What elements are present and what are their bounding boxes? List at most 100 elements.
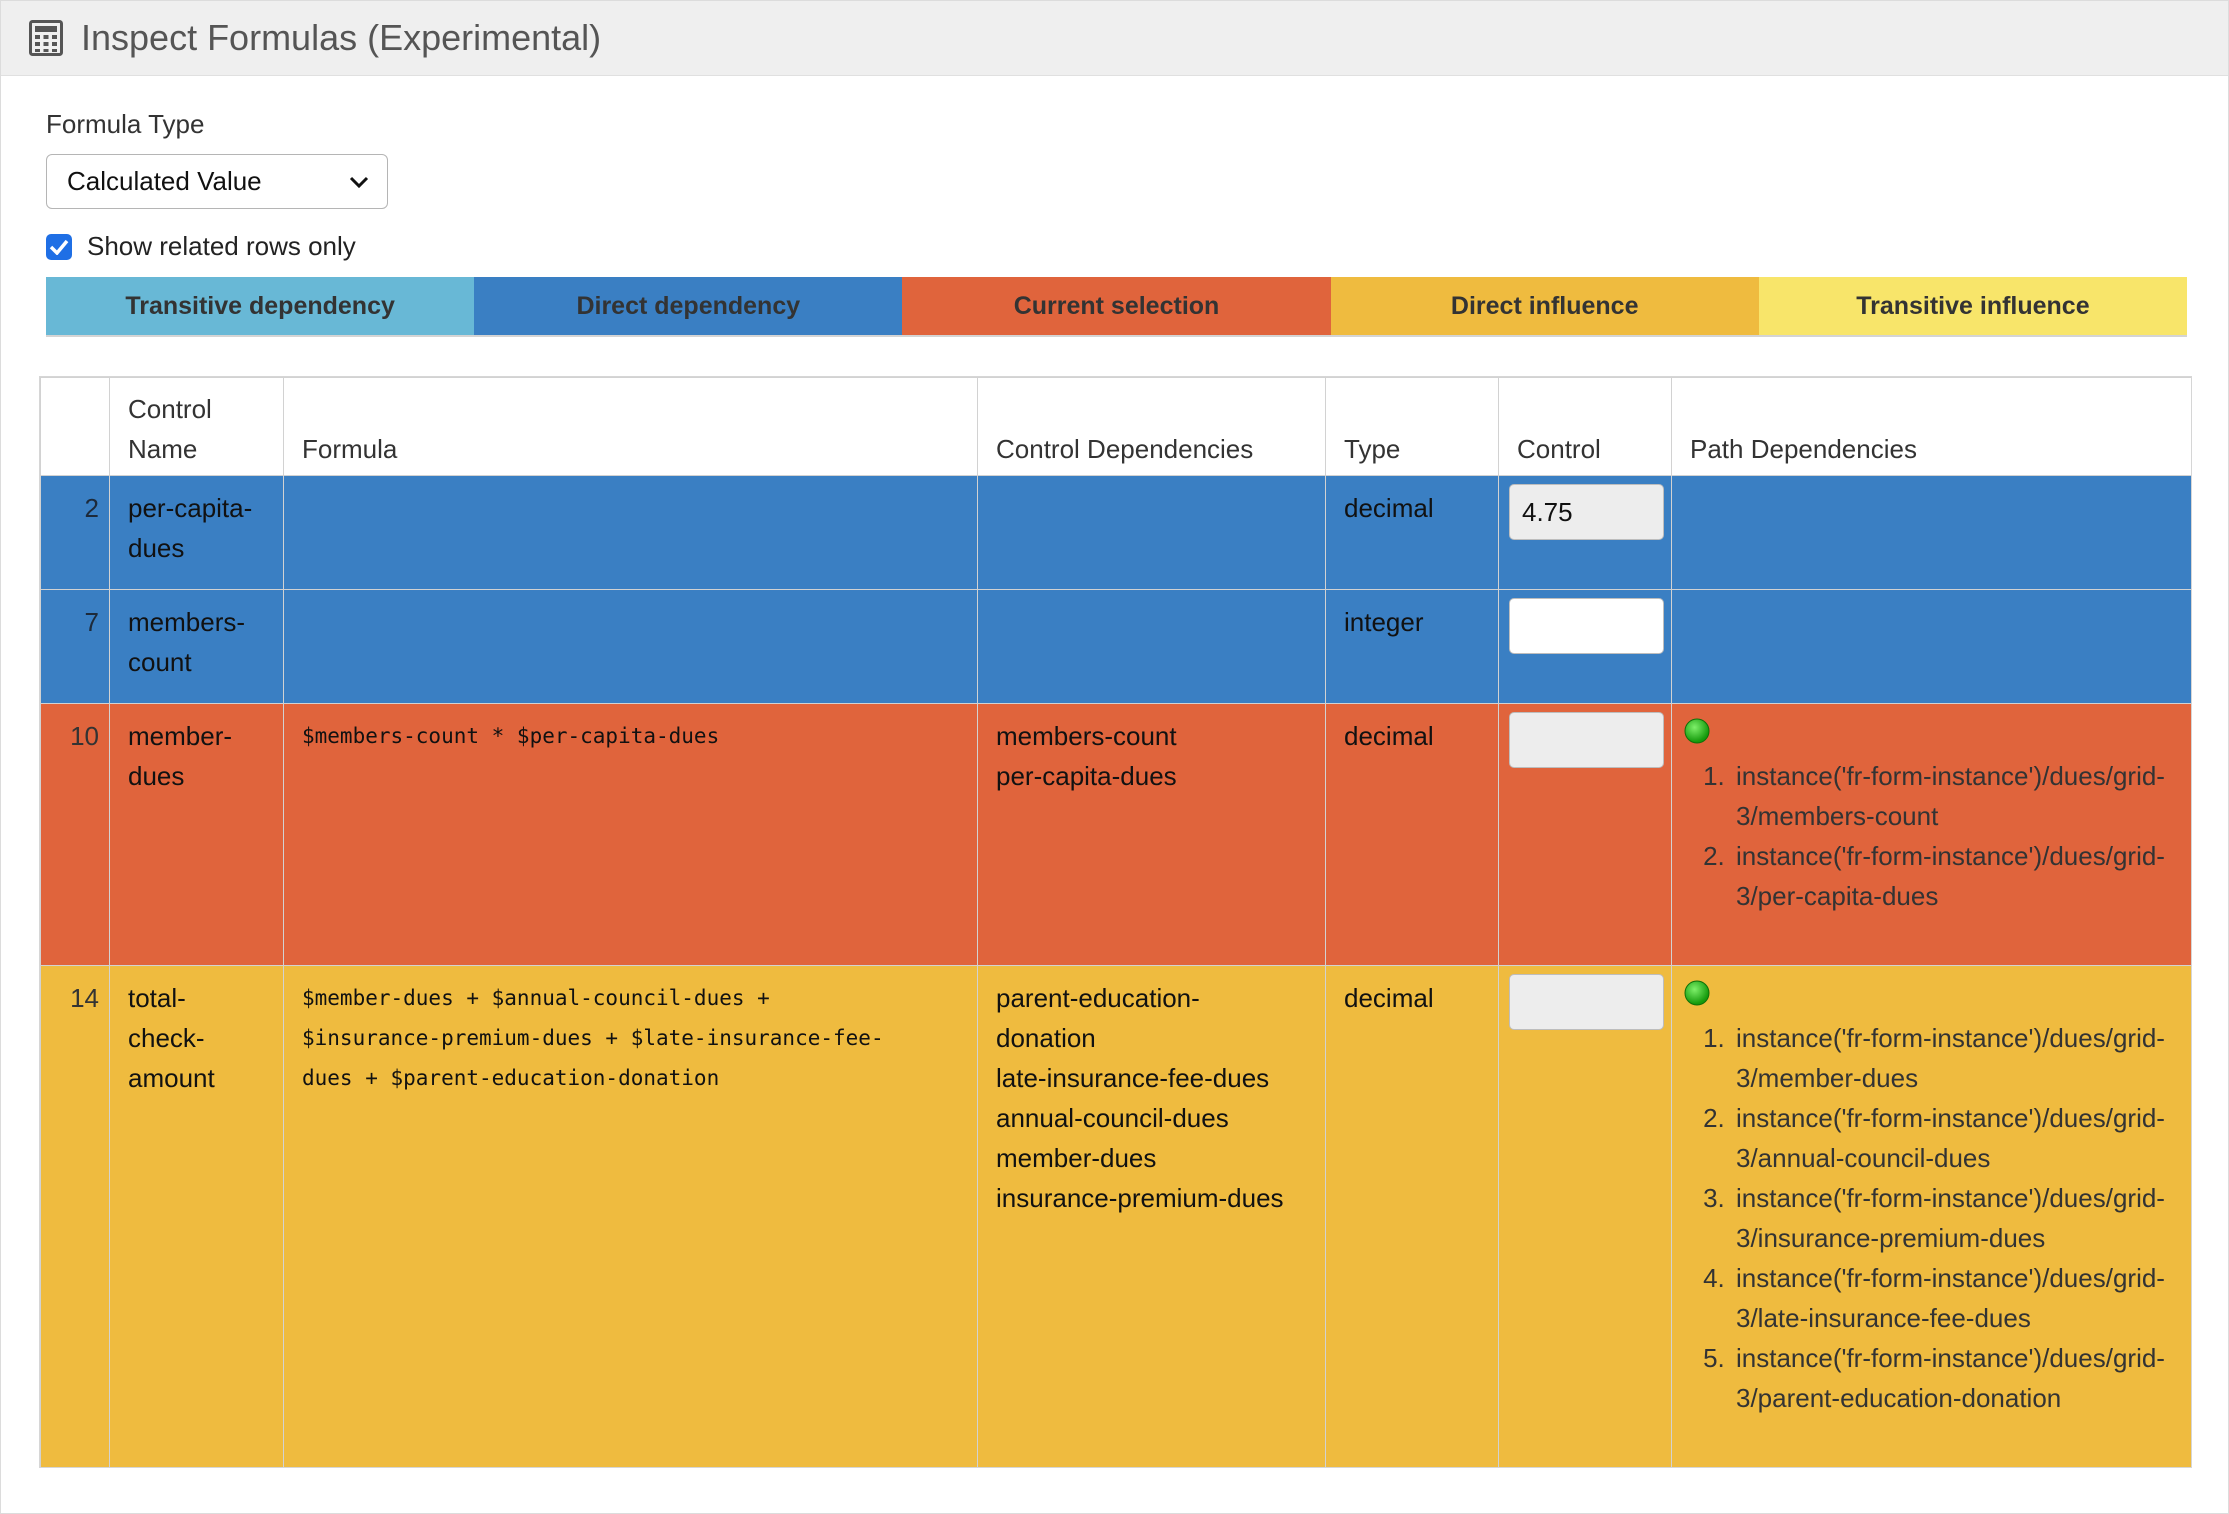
table-header-row: Control Name Formula Control Dependencie… bbox=[40, 377, 2191, 476]
legend-transitive-influence: Transitive influence bbox=[1758, 277, 2188, 335]
path-line: 3/late-insurance-fee-dues bbox=[1736, 1303, 2031, 1333]
formula-line: $insurance-premium-dues + $late-insuranc… bbox=[302, 1026, 884, 1050]
header-control-name: Control Name bbox=[109, 377, 284, 476]
dependencies-cell: members-count per-capita-dues bbox=[977, 703, 1326, 966]
type-cell: decimal bbox=[1325, 703, 1499, 966]
row-number: 7 bbox=[40, 589, 110, 704]
control-name-cell: members- count bbox=[109, 589, 284, 704]
header-formula: Formula bbox=[283, 377, 978, 476]
table-row[interactable]: 10 member- dues $members-count * $per-ca… bbox=[40, 703, 2191, 966]
control-value-input[interactable] bbox=[1509, 598, 1664, 654]
control-name-line: member- bbox=[128, 721, 233, 751]
dependency-item: donation bbox=[996, 1023, 1096, 1053]
path-item: instance('fr-form-instance')/dues/grid- … bbox=[1732, 836, 2175, 916]
legend-transitive-dependency: Transitive dependency bbox=[46, 277, 475, 335]
panel-header: Inspect Formulas (Experimental) bbox=[1, 1, 2228, 76]
path-item: instance('fr-form-instance')/dues/grid- … bbox=[1732, 1018, 2175, 1098]
path-line: 3/annual-council-dues bbox=[1736, 1143, 1991, 1173]
color-legend: Transitive dependency Direct dependency … bbox=[46, 277, 2188, 337]
path-list: instance('fr-form-instance')/dues/grid- … bbox=[1690, 1018, 2175, 1418]
table-row[interactable]: 14 total- check- amount $member-dues + $… bbox=[40, 965, 2191, 1467]
formulas-table: Control Name Formula Control Dependencie… bbox=[40, 377, 2191, 1467]
path-line: 3/insurance-premium-dues bbox=[1736, 1223, 2046, 1253]
show-related-rows-label: Show related rows only bbox=[87, 231, 356, 261]
formula-line: dues + $parent-education-donation bbox=[302, 1066, 720, 1090]
control-name-cell: member- dues bbox=[109, 703, 284, 966]
row-number: 14 bbox=[40, 965, 110, 1467]
panel-title: Inspect Formulas (Experimental) bbox=[81, 17, 602, 58]
header-path-dependencies: Path Dependencies bbox=[1671, 377, 2191, 476]
dependency-item: members-count bbox=[996, 721, 1177, 751]
inspect-formulas-panel: Inspect Formulas (Experimental) Formula … bbox=[0, 0, 2229, 1514]
path-line: 3/parent-education-donation bbox=[1736, 1383, 2062, 1413]
control-name-cell: total- check- amount bbox=[109, 965, 284, 1467]
path-item: instance('fr-form-instance')/dues/grid- … bbox=[1732, 756, 2175, 836]
calculator-icon bbox=[29, 20, 63, 56]
row-number: 2 bbox=[40, 475, 110, 590]
dependency-item: late-insurance-fee-dues bbox=[996, 1063, 1270, 1093]
path-dependencies-cell bbox=[1671, 475, 2191, 590]
table-row[interactable]: 2 per-capita- dues decimal 4.75 bbox=[40, 475, 2191, 590]
control-name-line: dues bbox=[128, 533, 185, 563]
type-cell: decimal bbox=[1325, 965, 1499, 1467]
control-value-input[interactable]: 4.75 bbox=[1509, 484, 1664, 540]
path-item: instance('fr-form-instance')/dues/grid- … bbox=[1732, 1338, 2175, 1418]
control-name-line: count bbox=[128, 647, 192, 677]
formula-cell bbox=[283, 475, 978, 590]
path-line: instance('fr-form-instance')/dues/grid- bbox=[1736, 761, 2165, 791]
control-cell bbox=[1498, 965, 1672, 1467]
legend-direct-dependency: Direct dependency bbox=[474, 277, 903, 335]
control-name-line: total- bbox=[128, 983, 186, 1013]
control-cell bbox=[1498, 703, 1672, 966]
header-control: Control bbox=[1498, 377, 1672, 476]
control-name-line: per-capita- bbox=[128, 493, 253, 523]
table-row[interactable]: 7 members- count integer bbox=[40, 589, 2191, 704]
dependencies-cell: parent-education- donation late-insuranc… bbox=[977, 965, 1326, 1467]
path-item: instance('fr-form-instance')/dues/grid- … bbox=[1732, 1098, 2175, 1178]
formula-type-select[interactable]: Calculated Value bbox=[46, 154, 388, 209]
formula-cell: $member-dues + $annual-council-dues + $i… bbox=[283, 965, 978, 1467]
path-dependencies-cell: instance('fr-form-instance')/dues/grid- … bbox=[1671, 703, 2191, 966]
show-related-rows-option: Show related rows only bbox=[46, 231, 356, 262]
path-line: instance('fr-form-instance')/dues/grid- bbox=[1736, 1183, 2165, 1213]
path-line: 3/members-count bbox=[1736, 801, 1939, 831]
path-line: 3/per-capita-dues bbox=[1736, 881, 1939, 911]
dependency-item: member-dues bbox=[996, 1143, 1157, 1173]
header-type: Type bbox=[1325, 377, 1499, 476]
control-cell bbox=[1498, 589, 1672, 704]
dependency-item: per-capita-dues bbox=[996, 761, 1177, 791]
formulas-table-container: Control Name Formula Control Dependencie… bbox=[39, 376, 2192, 1468]
legend-direct-influence: Direct influence bbox=[1330, 277, 1759, 335]
path-item: instance('fr-form-instance')/dues/grid- … bbox=[1732, 1178, 2175, 1258]
show-related-rows-checkbox[interactable] bbox=[46, 233, 72, 260]
control-name-cell: per-capita- dues bbox=[109, 475, 284, 590]
formula-line: $members-count * $per-capita-dues bbox=[302, 724, 720, 748]
control-value-input[interactable] bbox=[1509, 974, 1664, 1030]
dependency-item: insurance-premium-dues bbox=[996, 1183, 1284, 1213]
control-name-line: members- bbox=[128, 607, 246, 637]
path-line: instance('fr-form-instance')/dues/grid- bbox=[1736, 1023, 2165, 1053]
checkmark-icon bbox=[49, 239, 69, 255]
path-dependencies-cell bbox=[1671, 589, 2191, 704]
chevron-down-icon bbox=[349, 176, 369, 188]
path-line: 3/member-dues bbox=[1736, 1063, 1919, 1093]
status-ok-icon bbox=[1684, 980, 1710, 1006]
control-cell: 4.75 bbox=[1498, 475, 1672, 590]
dependencies-cell bbox=[977, 475, 1326, 590]
path-list: instance('fr-form-instance')/dues/grid- … bbox=[1690, 756, 2175, 916]
path-line: instance('fr-form-instance')/dues/grid- bbox=[1736, 841, 2165, 871]
formula-type-label: Formula Type bbox=[46, 109, 205, 139]
path-line: instance('fr-form-instance')/dues/grid- bbox=[1736, 1103, 2165, 1133]
path-dependencies-cell: instance('fr-form-instance')/dues/grid- … bbox=[1671, 965, 2191, 1467]
path-line: instance('fr-form-instance')/dues/grid- bbox=[1736, 1343, 2165, 1373]
formula-cell bbox=[283, 589, 978, 704]
path-line: instance('fr-form-instance')/dues/grid- bbox=[1736, 1263, 2165, 1293]
dependencies-cell bbox=[977, 589, 1326, 704]
type-cell: integer bbox=[1325, 589, 1499, 704]
control-value-input[interactable] bbox=[1509, 712, 1664, 768]
status-ok-icon bbox=[1684, 718, 1710, 744]
header-control-dependencies: Control Dependencies bbox=[977, 377, 1326, 476]
legend-current-selection: Current selection bbox=[902, 277, 1331, 335]
header-row-number bbox=[40, 377, 110, 476]
dependency-item: parent-education- bbox=[996, 983, 1200, 1013]
